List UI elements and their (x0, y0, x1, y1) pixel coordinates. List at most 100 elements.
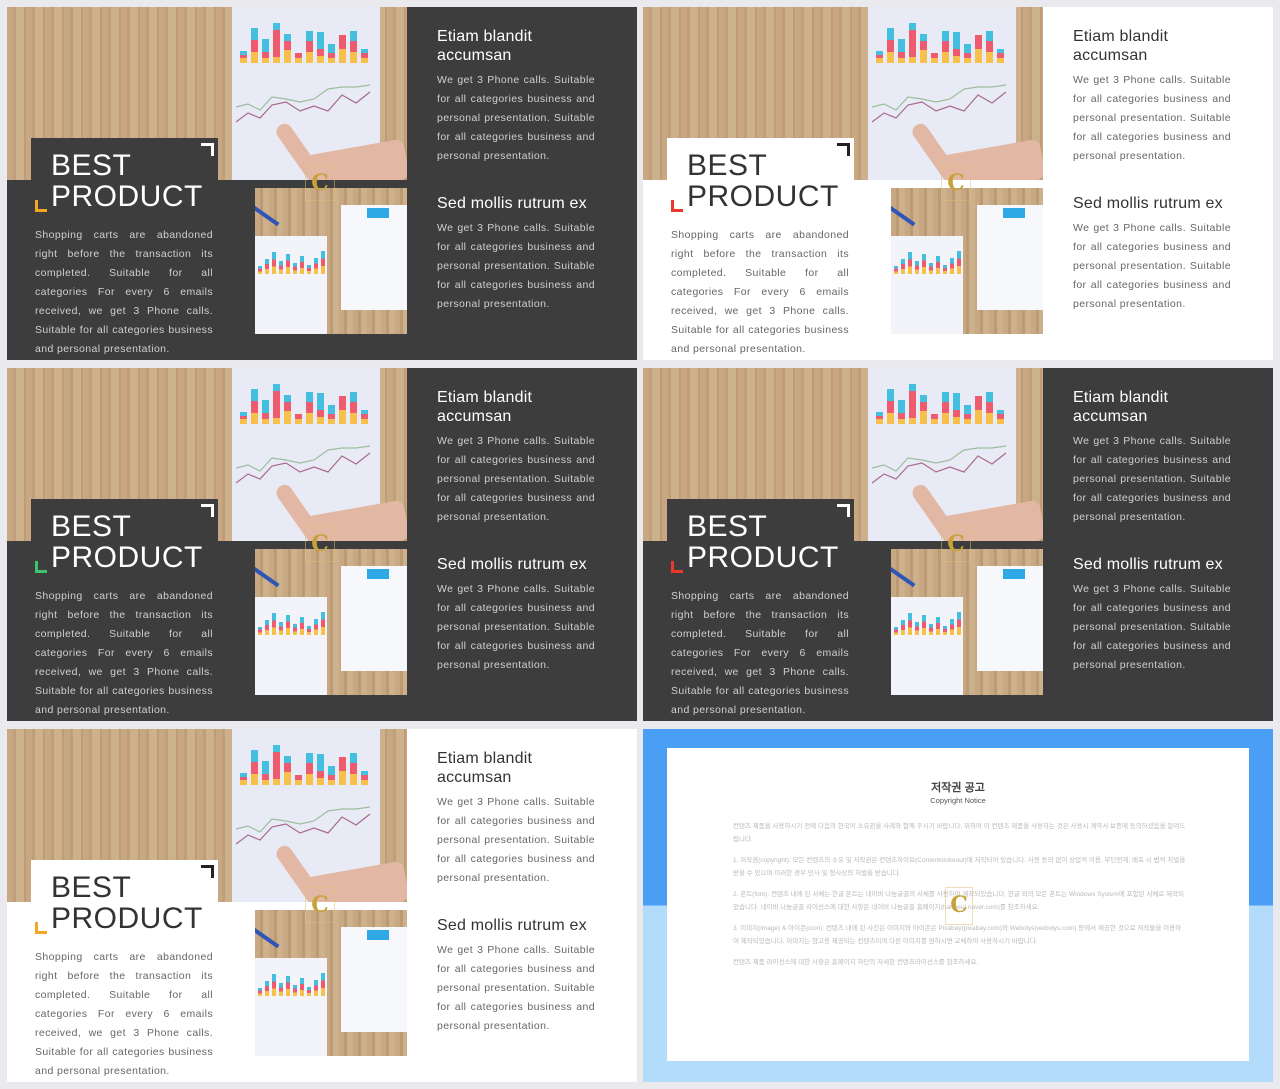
slide-title: BEST PRODUCT (51, 511, 203, 573)
chart-bar (240, 780, 247, 785)
chart-bar (262, 774, 269, 781)
chart-bar (909, 22, 916, 30)
chart-bar (251, 774, 258, 785)
chart-bar (317, 55, 324, 63)
chart-bar (909, 418, 916, 424)
chart-bar (920, 34, 927, 42)
chart-bar (295, 780, 302, 785)
chart-bar (361, 409, 368, 415)
chart-bar (350, 413, 357, 424)
accent-bracket-icon (35, 922, 47, 934)
section-heading: Sed mollis rutrum ex (437, 917, 587, 934)
chart-bar (273, 383, 280, 391)
chart-bar (350, 402, 357, 414)
chart-paper (255, 958, 327, 1056)
chart-bar (350, 41, 357, 53)
title-line-2: PRODUCT (687, 541, 839, 574)
chart-bar (361, 48, 368, 54)
line-chart (236, 445, 371, 484)
chart-bar (240, 776, 247, 781)
section-body: We get 3 Phone calls. Suitable for all c… (437, 435, 595, 523)
title-line-1: BEST (687, 149, 768, 182)
chart-bar (915, 622, 919, 635)
notice-title: 저작권 공고 (931, 782, 985, 794)
slide-thumbnail[interactable]: BEST PRODUCT Shopping carts are abandone… (7, 368, 637, 721)
chart-bar (942, 413, 949, 424)
section-heading: Etiam blandit accumsan (437, 389, 533, 425)
chart-bar (920, 410, 927, 424)
chart-bar (314, 980, 318, 996)
chart-bar (295, 775, 302, 781)
chart-bar (317, 416, 324, 424)
title-line-2: PRODUCT (51, 902, 203, 935)
slide-thumbnail[interactable]: BEST PRODUCT Shopping carts are abandone… (7, 7, 637, 360)
chart-bar (295, 58, 302, 63)
chart-bar (943, 265, 947, 274)
chart-bar (997, 48, 1004, 54)
chart-bar (964, 58, 971, 63)
section-2: Sed mollis rutrum ex We get 3 Phone call… (1073, 194, 1231, 314)
chart-bar (339, 770, 346, 785)
left-body-text: Shopping carts are abandoned right befor… (35, 229, 213, 355)
copyright-notice-slide[interactable]: 저작권 공고 Copyright Notice 컨텐츠 제품을 사용하시기 전에… (643, 729, 1273, 1082)
chart-bar (894, 266, 898, 274)
section-heading: Sed mollis rutrum ex (437, 556, 587, 573)
chart-bar (273, 779, 280, 785)
chart-bar (876, 412, 883, 416)
accent-bracket-icon (671, 561, 683, 573)
chart-bar (898, 413, 905, 420)
pen (255, 927, 280, 949)
watermark-logo: C (945, 887, 973, 925)
chart-bar (307, 265, 311, 274)
chart-bar (901, 259, 905, 274)
slide-title: BEST PRODUCT (687, 150, 839, 212)
section-heading: Etiam blandit accumsan (1073, 389, 1169, 425)
chart-bar (350, 52, 357, 63)
chart-bar (922, 254, 926, 274)
chart-bar (350, 391, 357, 403)
corner-bracket-icon (837, 504, 850, 517)
left-body-text: Shopping carts are abandoned right befor… (671, 229, 849, 355)
chart-bar (361, 58, 368, 63)
chart-bar (887, 401, 894, 414)
chart-bar (887, 52, 894, 63)
chart-bar (997, 53, 1004, 59)
chart-bar (258, 627, 262, 635)
chart-bar (964, 404, 971, 415)
chart-bar (328, 780, 335, 785)
chart-bar (272, 252, 276, 274)
watermark-logo: C (305, 165, 335, 201)
chart-bar (307, 626, 311, 635)
slide-thumbnail[interactable]: BEST PRODUCT Shopping carts are abandone… (643, 368, 1273, 721)
chart-bar (950, 619, 954, 635)
chart-bar (943, 626, 947, 635)
chart-bar (986, 391, 993, 403)
chart-bar (306, 41, 313, 53)
accent-bracket-icon (35, 561, 47, 573)
chart-bar (251, 401, 258, 414)
section-2: Sed mollis rutrum ex We get 3 Phone call… (437, 194, 595, 314)
chart-bar (240, 54, 247, 59)
pen (255, 205, 280, 227)
chart-bar (328, 43, 335, 54)
chart-bar (262, 400, 269, 414)
chart-bar (964, 53, 971, 59)
chart-bar (339, 396, 346, 410)
chart-bar (876, 419, 883, 424)
section-1: Etiam blandit accumsan We get 3 Phone ca… (437, 388, 595, 527)
notice-subtitle: Copyright Notice (930, 796, 986, 805)
chart-bar (279, 261, 283, 274)
chart-bar (284, 756, 291, 764)
slide-thumbnail[interactable]: BEST PRODUCT Shopping carts are abandone… (643, 7, 1273, 360)
chart-bar (920, 49, 927, 63)
slide-thumbnail[interactable]: BEST PRODUCT Shopping carts are abandone… (7, 729, 637, 1082)
title-line-1: BEST (51, 149, 132, 182)
chart-bar (361, 53, 368, 59)
notice-intro: 컨텐츠 제품을 사용하시기 전에 다음의 한국어 소유권을 사례와 함께 주시기… (733, 823, 1186, 843)
chart-bar (306, 402, 313, 414)
chart-bar (284, 34, 291, 42)
slide-title: BEST PRODUCT (687, 511, 839, 573)
title-line-1: BEST (51, 510, 132, 543)
watermark-logo: C (305, 526, 335, 562)
corner-bracket-icon (201, 143, 214, 156)
